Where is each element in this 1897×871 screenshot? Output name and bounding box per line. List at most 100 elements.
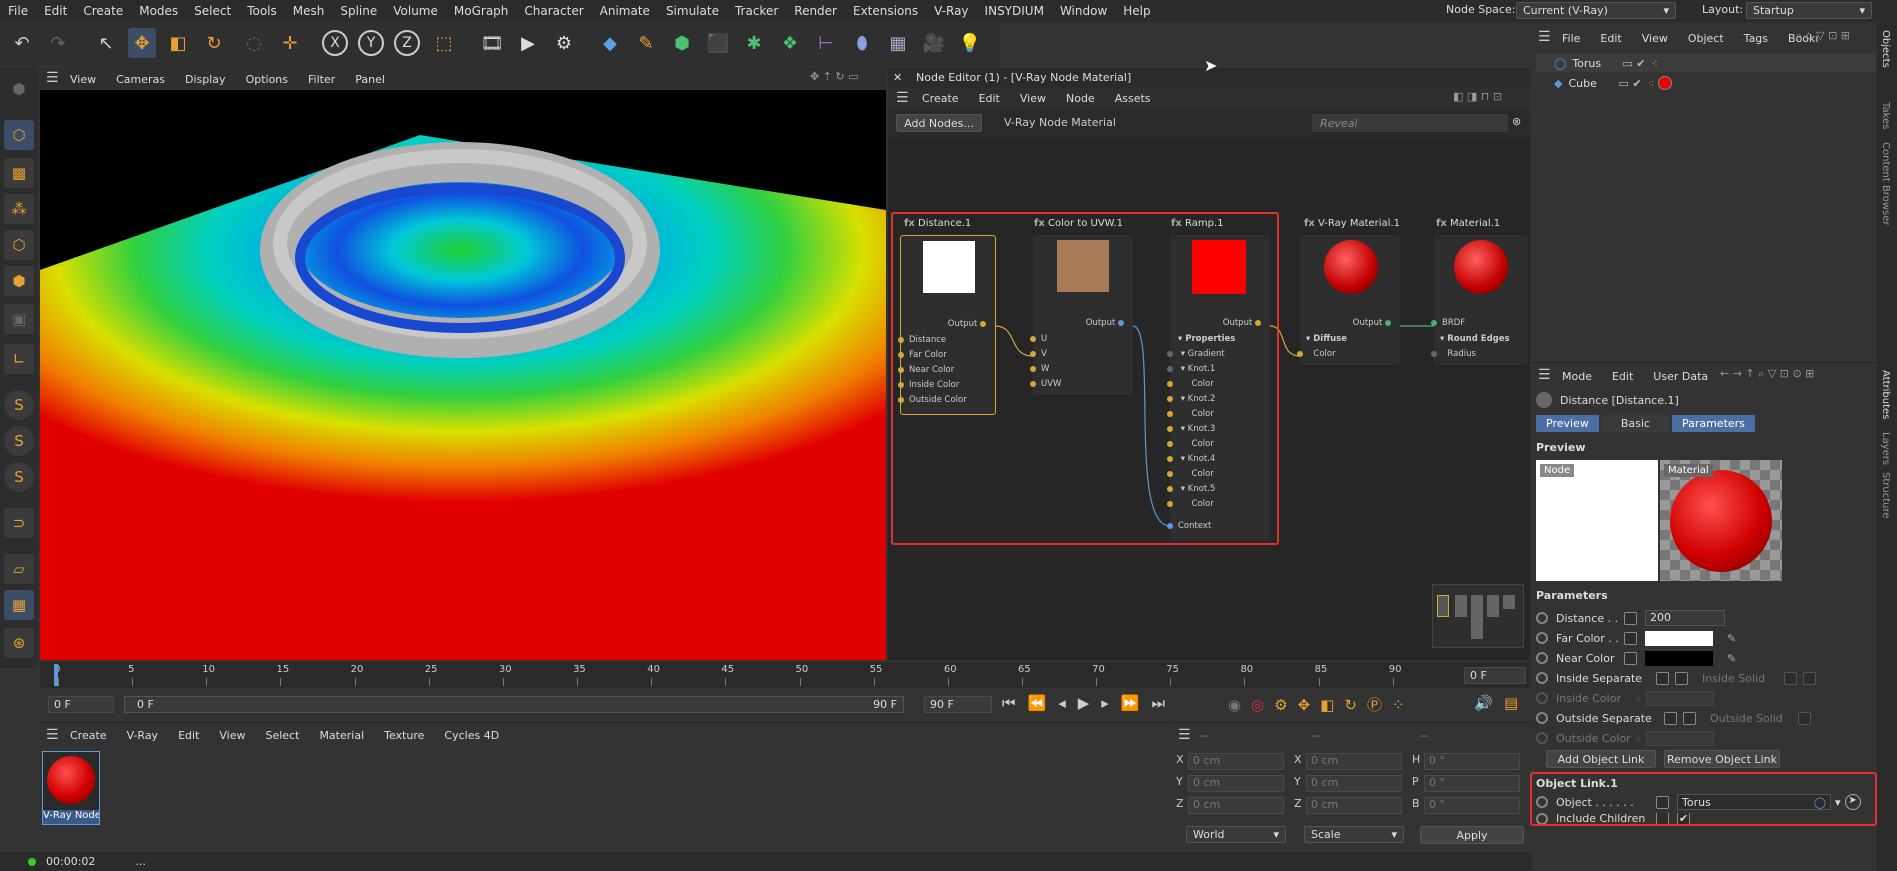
menu-item-edit[interactable]: Edit xyxy=(1602,370,1643,383)
clear-icon[interactable]: ⊗ xyxy=(1512,115,1521,128)
menu-item-v-ray[interactable]: V-Ray xyxy=(926,4,976,18)
coord-value-field[interactable]: 0 cm xyxy=(1306,775,1402,792)
param-animate-dot[interactable] xyxy=(1536,712,1548,724)
cloner-icon[interactable]: ✱ xyxy=(740,28,768,58)
viewport-nav-icon[interactable]: ✥ ⇡ ↻ ▭ xyxy=(810,70,859,83)
play-icon[interactable]: ▶ xyxy=(1078,694,1102,712)
deformer-icon[interactable]: ⊢ xyxy=(812,28,840,58)
recent-tool-icon[interactable]: ◌ xyxy=(240,28,268,58)
solo-icon[interactable]: S xyxy=(4,390,34,420)
key-param-icon[interactable]: Ⓟ xyxy=(1367,696,1392,714)
object-row-cube[interactable]: ◆ Cube ▭ ✔ ⁖ xyxy=(1536,74,1876,92)
tab-attributes[interactable]: Attributes xyxy=(1880,370,1891,419)
node-editor-canvas[interactable]: fx Distance.1 Output Distance Far Color … xyxy=(888,138,1530,660)
output-port[interactable] xyxy=(1385,319,1391,326)
node-navigator[interactable] xyxy=(1432,584,1524,648)
navigation-icon[interactable]: ← → ↑ ⌕ ▽ ⊡ ⊙ ⊞ xyxy=(1720,367,1814,381)
x-axis-icon[interactable]: X xyxy=(322,30,348,56)
3d-viewport[interactable] xyxy=(40,90,886,660)
material-tag-icon[interactable] xyxy=(1658,76,1673,90)
coord-value-field[interactable]: 0 ° xyxy=(1424,775,1520,792)
timeline-ruler[interactable] xyxy=(40,662,1530,688)
port-brdf[interactable]: BRDF xyxy=(1431,318,1465,328)
key-rot-icon[interactable]: ↻ xyxy=(1344,696,1367,714)
reveal-input[interactable]: Reveal xyxy=(1312,114,1508,132)
coord-value-field[interactable]: 0 cm xyxy=(1188,753,1284,770)
inside-solid-checkbox[interactable] xyxy=(1784,671,1797,685)
menu-item-file[interactable]: File xyxy=(0,4,36,18)
object-mode-icon[interactable]: ⬡ xyxy=(4,120,34,150)
cube-primitive-icon[interactable]: ◆ xyxy=(596,28,624,58)
coord-value-field[interactable]: 0 cm xyxy=(1188,775,1284,792)
menu-item-edit[interactable]: Edit xyxy=(36,4,75,18)
menu-item-window[interactable]: Window xyxy=(1052,4,1115,18)
menu-item-file[interactable]: File xyxy=(1552,32,1590,45)
rotate-icon[interactable]: ↻ xyxy=(200,28,228,58)
menu-item-mesh[interactable]: Mesh xyxy=(285,4,333,18)
menu-item-animate[interactable]: Animate xyxy=(592,4,658,18)
redo-icon[interactable]: ↷ xyxy=(44,28,72,58)
menu-item-node[interactable]: Node xyxy=(1056,92,1105,105)
hamburger-icon[interactable]: ☰ xyxy=(1538,367,1551,383)
floor-icon[interactable]: ▦ xyxy=(884,28,912,58)
tab-basic[interactable]: Basic xyxy=(1600,415,1670,432)
extrude-icon[interactable]: ⬛ xyxy=(704,28,732,58)
coord-value-field[interactable]: 0 cm xyxy=(1188,797,1284,814)
menu-item-select[interactable]: Select xyxy=(186,4,239,18)
pen-tool-icon[interactable]: ✎ xyxy=(632,28,660,58)
visibility-icon[interactable]: ▭ ✔ xyxy=(1618,77,1641,90)
scale-icon[interactable]: ◧ xyxy=(164,28,192,58)
node-vray-material[interactable]: Output ▾ Diffuse Color xyxy=(1297,235,1400,365)
distance-input[interactable]: 200 xyxy=(1645,610,1725,626)
coord-value-field[interactable]: 0 cm xyxy=(1306,797,1402,814)
move-icon[interactable]: ✥ xyxy=(128,28,156,58)
hamburger-icon[interactable]: ☰ xyxy=(46,727,59,743)
menu-item-view[interactable]: View xyxy=(60,73,106,86)
close-icon[interactable]: ✕ xyxy=(893,71,902,84)
key-pos-icon[interactable]: ✥ xyxy=(1298,696,1321,714)
menu-item-mograph[interactable]: MoGraph xyxy=(446,4,517,18)
solo-off-icon[interactable]: S xyxy=(4,462,34,492)
tab-content-browser[interactable]: Content Browser xyxy=(1880,142,1891,225)
node-material[interactable]: BRDF ▾ Round Edges Radius xyxy=(1431,235,1528,365)
grid-icon[interactable]: ▦ xyxy=(4,590,34,620)
menu-item-create[interactable]: Create xyxy=(75,4,131,18)
inside-solid-value[interactable] xyxy=(1803,671,1816,685)
menu-item-v-ray[interactable]: V-Ray xyxy=(117,729,169,742)
menu-item-mode[interactable]: Mode xyxy=(1552,370,1602,383)
far-color-swatch[interactable] xyxy=(1645,630,1713,646)
menu-item-tags[interactable]: Tags xyxy=(1734,32,1778,45)
menu-item-edit[interactable]: Edit xyxy=(969,92,1010,105)
layout-dropdown[interactable]: Startup ▾ xyxy=(1746,2,1872,19)
add-nodes-button[interactable]: Add Nodes... xyxy=(896,114,982,132)
render-region-icon[interactable]: 🎞 xyxy=(478,28,506,58)
menu-item-options[interactable]: Options xyxy=(236,73,298,86)
param-animate-dot[interactable] xyxy=(1536,612,1548,624)
param-animate-dot[interactable] xyxy=(1536,692,1548,704)
menu-item-select[interactable]: Select xyxy=(256,729,310,742)
menu-item-volume[interactable]: Volume xyxy=(385,4,446,18)
param-animate-dot[interactable] xyxy=(1536,672,1548,684)
coordinate-system-icon[interactable]: ⬚ xyxy=(430,28,458,58)
film-icon[interactable]: ▤ xyxy=(1504,694,1518,712)
far-color-checkbox[interactable] xyxy=(1624,631,1637,645)
playhead[interactable] xyxy=(54,664,58,686)
next-key-icon[interactable]: ⏩ xyxy=(1121,694,1152,712)
menu-item-tracker[interactable]: Tracker xyxy=(727,4,786,18)
hamburger-icon[interactable]: ☰ xyxy=(1178,727,1191,743)
port-diffuse-color[interactable]: Color xyxy=(1297,349,1336,359)
tab-takes[interactable]: Takes xyxy=(1880,102,1891,129)
port-round-edges[interactable]: ▾ Round Edges xyxy=(1440,334,1510,344)
remove-object-link-button[interactable]: Remove Object Link xyxy=(1664,750,1780,768)
inside-separate-checkbox[interactable] xyxy=(1656,671,1669,685)
menu-item-edit[interactable]: Edit xyxy=(168,729,209,742)
autokey-icon[interactable]: ◎ xyxy=(1251,696,1274,714)
light-icon[interactable]: 💡 xyxy=(956,28,984,58)
near-color-checkbox[interactable] xyxy=(1624,651,1637,665)
menu-item-view[interactable]: View xyxy=(1010,92,1056,105)
tab-parameters[interactable]: Parameters xyxy=(1671,415,1755,432)
material-thumbnail[interactable]: V-Ray Node xyxy=(42,751,100,825)
workplane-icon[interactable]: ▱ xyxy=(4,554,34,584)
axis-icon[interactable]: ✛ xyxy=(276,28,304,58)
visibility-icon[interactable]: ▭ ✔ xyxy=(1622,57,1645,70)
